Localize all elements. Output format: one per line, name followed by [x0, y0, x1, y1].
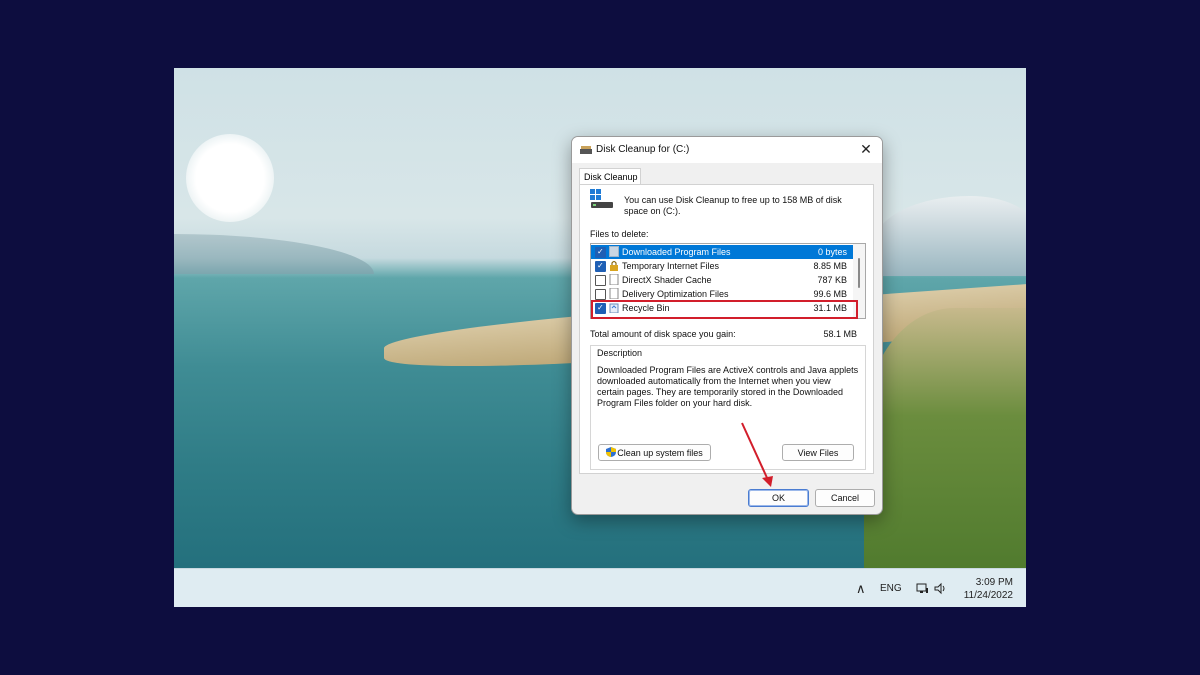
- taskbar: ∧ ENG 3:09 PM 11/24/2022: [174, 568, 1026, 607]
- file-size: 787 KB: [817, 275, 847, 285]
- lock-icon: [609, 260, 619, 271]
- file-checkbox[interactable]: [595, 259, 606, 273]
- recycle-bin-highlight-box: [591, 300, 858, 319]
- wallpaper-sun: [186, 134, 274, 222]
- total-space-label: Total amount of disk space you gain:: [590, 329, 736, 339]
- description-text: Downloaded Program Files are ActiveX con…: [597, 365, 859, 408]
- folder-icon: [609, 246, 619, 257]
- cancel-button[interactable]: Cancel: [815, 489, 875, 507]
- file-icon: [609, 287, 619, 300]
- intro-text: You can use Disk Cleanup to free up to 1…: [624, 195, 842, 216]
- input-language-indicator[interactable]: ENG: [880, 569, 902, 607]
- drive-cleanup-icon: [590, 189, 613, 208]
- total-space-value: 58.1 MB: [823, 329, 857, 339]
- file-row[interactable]: Downloaded Program Files 0 bytes: [591, 245, 853, 259]
- file-name: Downloaded Program Files: [622, 247, 731, 257]
- file-checkbox[interactable]: [595, 289, 606, 300]
- files-to-delete-label: Files to delete:: [590, 229, 649, 239]
- view-files-button[interactable]: View Files: [782, 444, 854, 461]
- file-name: Delivery Optimization Files: [622, 289, 729, 299]
- wallpaper-hill: [174, 234, 374, 274]
- file-row[interactable]: DirectX Shader Cache 787 KB: [591, 273, 853, 287]
- dialog-titlebar[interactable]: Disk Cleanup for (C:) ✕: [572, 137, 882, 163]
- file-row[interactable]: Delivery Optimization Files 99.6 MB: [591, 287, 853, 301]
- close-icon[interactable]: ✕: [858, 141, 874, 157]
- clean-up-system-files-label: Clean up system files: [617, 448, 703, 458]
- description-label: Description: [597, 348, 643, 358]
- dialog-title: Disk Cleanup for (C:): [596, 144, 690, 155]
- wallpaper-grass-field: [864, 308, 1026, 568]
- disk-cleanup-app-icon: [580, 146, 592, 154]
- disk-cleanup-dialog: Disk Cleanup for (C:) ✕ Disk Cleanup You…: [571, 136, 883, 515]
- tab-disk-cleanup[interactable]: Disk Cleanup: [579, 168, 641, 184]
- file-checkbox[interactable]: [595, 275, 606, 286]
- list-scrollbar-thumb[interactable]: [858, 258, 860, 288]
- volume-icon[interactable]: [934, 569, 947, 607]
- wallpaper-mountain: [874, 196, 1026, 276]
- clean-up-system-files-button[interactable]: Clean up system files: [598, 444, 711, 461]
- file-size: 0 bytes: [817, 247, 847, 257]
- network-icon[interactable]: [916, 569, 929, 607]
- file-row[interactable]: Temporary Internet Files 8.85 MB: [591, 259, 853, 273]
- clock-time: 3:09 PM: [975, 576, 1013, 588]
- disk-cleanup-panel: You can use Disk Cleanup to free up to 1…: [579, 184, 874, 474]
- file-name: Temporary Internet Files: [622, 261, 720, 271]
- clock-date: 11/24/2022: [963, 589, 1013, 601]
- file-size: 8.85 MB: [813, 261, 847, 271]
- file-icon: [609, 273, 619, 286]
- file-size: 99.6 MB: [813, 289, 847, 299]
- uac-shield-icon: [606, 447, 617, 457]
- show-hidden-icons-chevron-icon[interactable]: ∧: [856, 569, 866, 607]
- file-checkbox[interactable]: [595, 245, 606, 259]
- ok-button[interactable]: OK: [748, 489, 809, 507]
- taskbar-clock[interactable]: 3:09 PM 11/24/2022: [958, 569, 1013, 607]
- file-name: DirectX Shader Cache: [622, 275, 712, 285]
